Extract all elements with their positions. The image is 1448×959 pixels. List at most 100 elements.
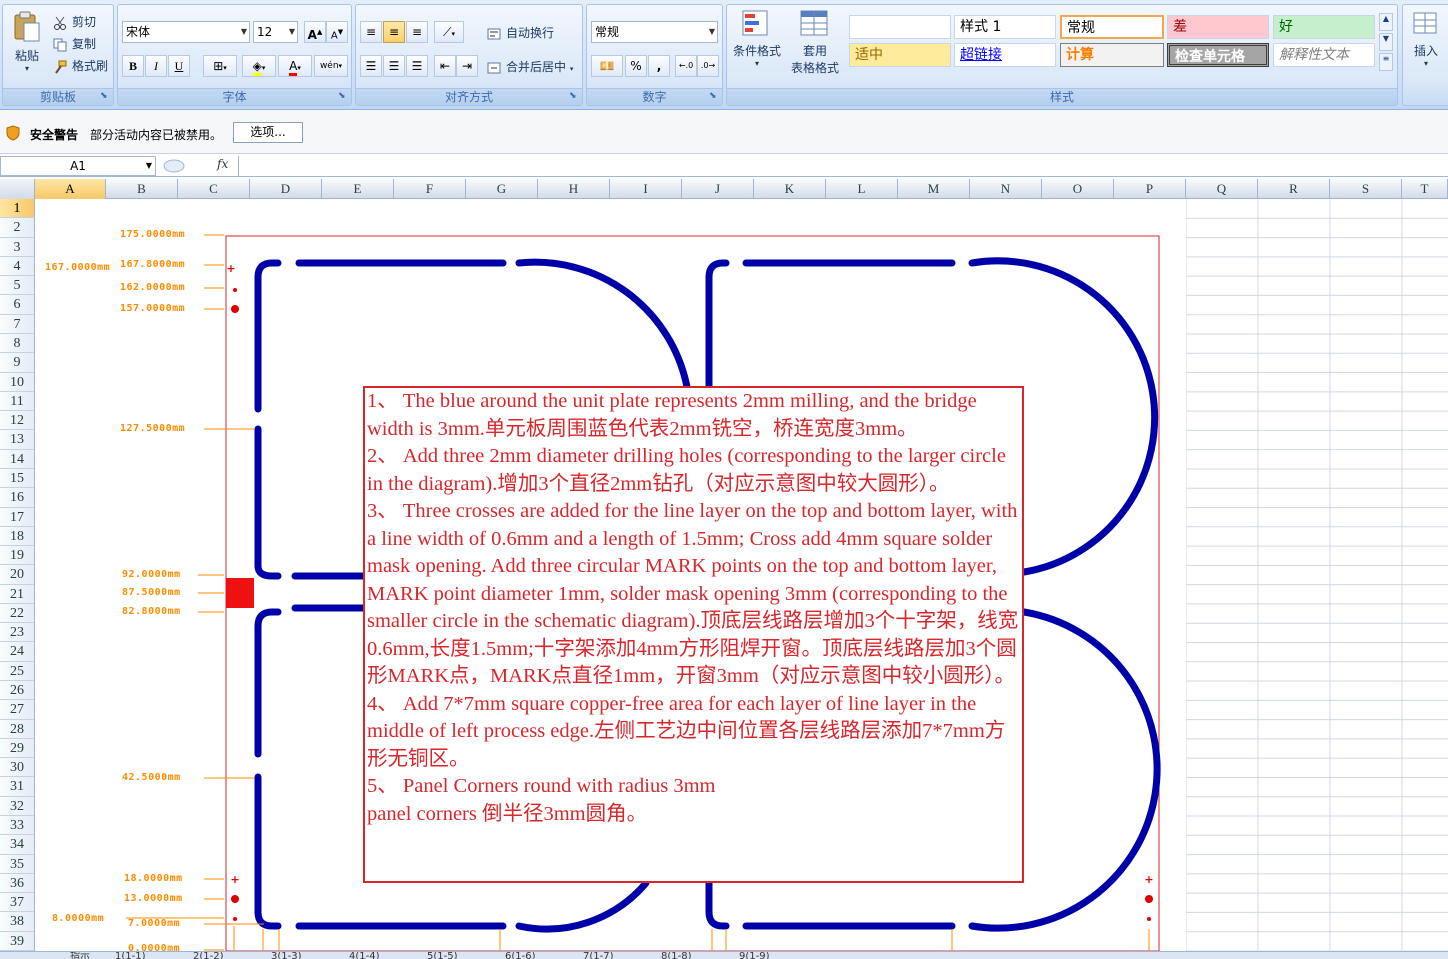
comma-button[interactable]: , (648, 55, 670, 77)
row-header[interactable]: 24 (0, 642, 34, 662)
increase-indent-button[interactable]: ⇥ (456, 55, 478, 77)
copy-button[interactable]: 复制 (53, 35, 96, 52)
style-neutral[interactable]: 适中 (849, 43, 951, 67)
row-header[interactable]: 34 (0, 835, 34, 855)
column-header[interactable]: N (970, 179, 1042, 199)
sheet-tab[interactable]: 6(1-6) (505, 952, 536, 959)
sheet-tab[interactable]: 4(1-4) (349, 952, 380, 959)
style-hyperlink[interactable]: 超链接 (954, 43, 1056, 67)
sheet-tab[interactable]: 9(1-9) (739, 952, 770, 959)
insert-function-icon[interactable]: fx (217, 157, 228, 171)
cut-button[interactable]: 剪切 (53, 13, 96, 30)
style-check-cell[interactable]: 检查单元格 (1167, 43, 1269, 67)
column-header[interactable]: D (250, 179, 322, 199)
format-as-table-button[interactable]: 套用 表格格式 (785, 9, 845, 83)
row-header[interactable]: 39 (0, 932, 34, 951)
number-launcher-icon[interactable]: ⬊ (709, 92, 719, 102)
clipboard-launcher-icon[interactable]: ⬊ (100, 92, 110, 102)
sheet-tab[interactable]: 3(1-3) (271, 952, 302, 959)
align-left-button[interactable]: ☰ (360, 55, 382, 77)
column-header[interactable]: C (178, 179, 250, 199)
row-header[interactable]: 20 (0, 565, 34, 585)
row-header[interactable]: 5 (0, 276, 34, 296)
row-header[interactable]: 11 (0, 392, 34, 412)
increase-decimal-button[interactable]: ←.0 (675, 55, 697, 77)
paste-button[interactable]: 粘贴 ▾ (7, 9, 47, 83)
column-header[interactable]: A (35, 179, 106, 199)
style-good[interactable]: 好 (1273, 15, 1375, 39)
style-style1[interactable]: 样式 1 (954, 15, 1056, 39)
column-header[interactable]: F (394, 179, 466, 199)
column-header[interactable]: L (826, 179, 898, 199)
decrease-decimal-button[interactable]: .0→ (697, 55, 719, 77)
wrap-text-button[interactable]: 自动换行 (487, 24, 554, 41)
row-header[interactable]: 23 (0, 623, 34, 643)
sheet-tab[interactable]: 2(1-2) (193, 952, 224, 959)
column-header[interactable]: Q (1186, 179, 1258, 199)
row-header[interactable]: 3 (0, 238, 34, 257)
row-header[interactable]: 30 (0, 758, 34, 778)
row-header[interactable]: 9 (0, 353, 34, 373)
align-bottom-button[interactable]: ≡ (406, 21, 428, 43)
percent-button[interactable]: % (625, 55, 647, 77)
row-header[interactable]: 37 (0, 893, 34, 913)
phonetic-button[interactable]: wén▾ (314, 55, 348, 77)
row-header[interactable]: 16 (0, 488, 34, 508)
column-header[interactable]: O (1042, 179, 1114, 199)
insert-button[interactable]: 插入 ▾ (1407, 9, 1445, 83)
column-header[interactable]: B (106, 179, 178, 199)
row-header[interactable]: 8 (0, 334, 34, 354)
sheet-tab[interactable]: 7(1-7) (583, 952, 614, 959)
row-header[interactable]: 36 (0, 874, 34, 894)
column-header[interactable]: J (682, 179, 754, 199)
font-name-combo[interactable]: 宋体 ▼ (122, 21, 250, 43)
styles-more-icon[interactable]: ≡ (1379, 53, 1393, 71)
sheet-tab[interactable]: 指示 (70, 952, 90, 959)
row-header[interactable]: 32 (0, 797, 34, 817)
merge-center-button[interactable]: 合并后居中 ▾ (487, 58, 573, 75)
font-launcher-icon[interactable]: ⬊ (338, 92, 348, 102)
security-options-button[interactable]: 选项... (233, 122, 303, 143)
row-header[interactable]: 15 (0, 469, 34, 489)
column-header[interactable]: K (754, 179, 826, 199)
grow-font-button[interactable]: A▲ (304, 21, 326, 43)
row-header[interactable]: 14 (0, 450, 34, 469)
row-header[interactable]: 1 (0, 199, 34, 219)
style-bad[interactable]: 差 (1167, 15, 1269, 39)
select-all-corner[interactable] (0, 179, 35, 199)
row-header[interactable]: 12 (0, 411, 34, 431)
column-header[interactable]: I (610, 179, 682, 199)
formula-input[interactable] (238, 156, 1448, 176)
align-middle-button[interactable]: ≡ (383, 21, 405, 43)
style-explanatory[interactable]: 解释性文本 (1273, 43, 1375, 67)
decrease-indent-button[interactable]: ⇤ (434, 55, 456, 77)
column-header[interactable]: S (1330, 179, 1402, 199)
italic-button[interactable]: I (145, 55, 167, 77)
font-size-combo[interactable]: 12 ▼ (253, 21, 298, 43)
row-header[interactable]: 7 (0, 315, 34, 334)
row-header[interactable]: 17 (0, 508, 34, 527)
row-header[interactable]: 35 (0, 855, 34, 874)
row-header[interactable]: 28 (0, 720, 34, 739)
styles-scroll-up-icon[interactable]: ▲ (1379, 13, 1393, 31)
row-header[interactable]: 27 (0, 700, 34, 720)
column-header[interactable]: M (898, 179, 970, 199)
row-header[interactable]: 6 (0, 295, 34, 315)
row-header[interactable]: 10 (0, 373, 34, 392)
row-header[interactable]: 33 (0, 816, 34, 836)
shrink-font-button[interactable]: A▼ (326, 21, 348, 43)
format-painter-button[interactable]: 格式刷 (53, 57, 108, 74)
notes-textbox[interactable]: 1、 The blue around the unit plate repres… (363, 386, 1024, 883)
align-right-button[interactable]: ☰ (406, 55, 428, 77)
column-header[interactable]: P (1114, 179, 1186, 199)
align-center-button[interactable]: ☰ (383, 55, 405, 77)
paste-dropdown-icon[interactable]: ▾ (7, 64, 47, 73)
underline-button[interactable]: U (168, 55, 190, 77)
alignment-launcher-icon[interactable]: ⬊ (569, 92, 579, 102)
style-blank[interactable] (849, 15, 951, 39)
currency-button[interactable]: 💴 (591, 55, 623, 77)
column-header[interactable]: H (538, 179, 610, 199)
font-color-button[interactable]: A▾ (278, 55, 312, 77)
row-header[interactable]: 18 (0, 527, 34, 547)
bold-button[interactable]: B (122, 55, 144, 77)
